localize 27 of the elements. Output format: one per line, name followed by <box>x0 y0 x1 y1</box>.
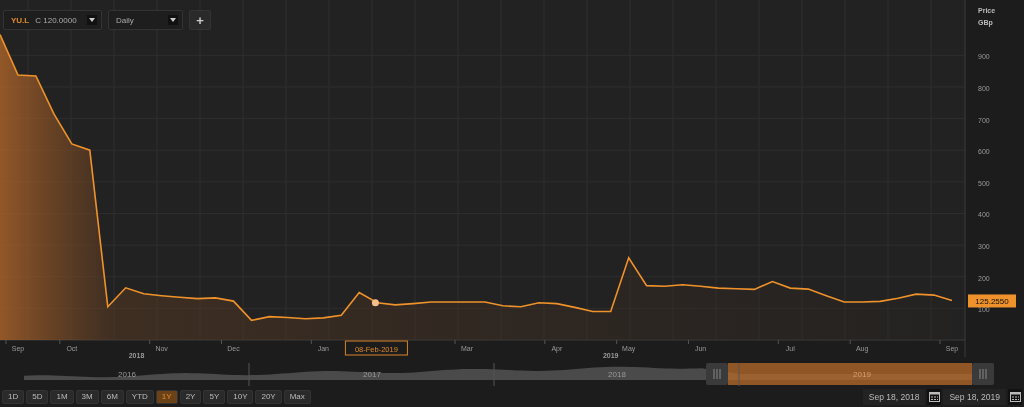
range-button[interactable]: 20Y <box>255 389 282 404</box>
calendar-icon[interactable] <box>1008 388 1022 405</box>
range-handle[interactable] <box>972 363 994 385</box>
caret-icon <box>87 15 97 25</box>
add-button[interactable]: + <box>189 10 211 30</box>
calendar-icon[interactable] <box>927 388 942 405</box>
range-button[interactable]: 1M <box>50 389 74 404</box>
symbol-dropdown[interactable]: YU.L C 120.0000 <box>3 10 102 30</box>
year-label: 2018 <box>608 370 626 379</box>
range-button[interactable]: 1D <box>2 389 25 404</box>
range-handle[interactable] <box>706 363 728 385</box>
year-label: 2017 <box>363 370 381 379</box>
range-button[interactable]: 10Y <box>227 389 254 404</box>
range-button[interactable]: 5D <box>26 389 49 404</box>
range-button[interactable]: 5Y <box>203 389 226 404</box>
cursor-dot <box>371 299 379 307</box>
range-button[interactable]: 6M <box>100 389 124 404</box>
date-field[interactable]: Sep 18, 2019 <box>943 388 1006 405</box>
range-button[interactable]: 3M <box>75 389 99 404</box>
caret-icon <box>168 15 178 25</box>
range-button[interactable]: Max <box>283 389 311 404</box>
last-value-label: 125.2550 <box>968 294 1016 308</box>
range-button[interactable]: YTD <box>125 389 154 404</box>
range-button[interactable]: 2Y <box>179 389 202 404</box>
date-field[interactable]: Sep 18, 2018 <box>862 388 926 405</box>
interval-dropdown[interactable]: Daily <box>108 10 183 30</box>
year-label: 2016 <box>118 370 136 379</box>
